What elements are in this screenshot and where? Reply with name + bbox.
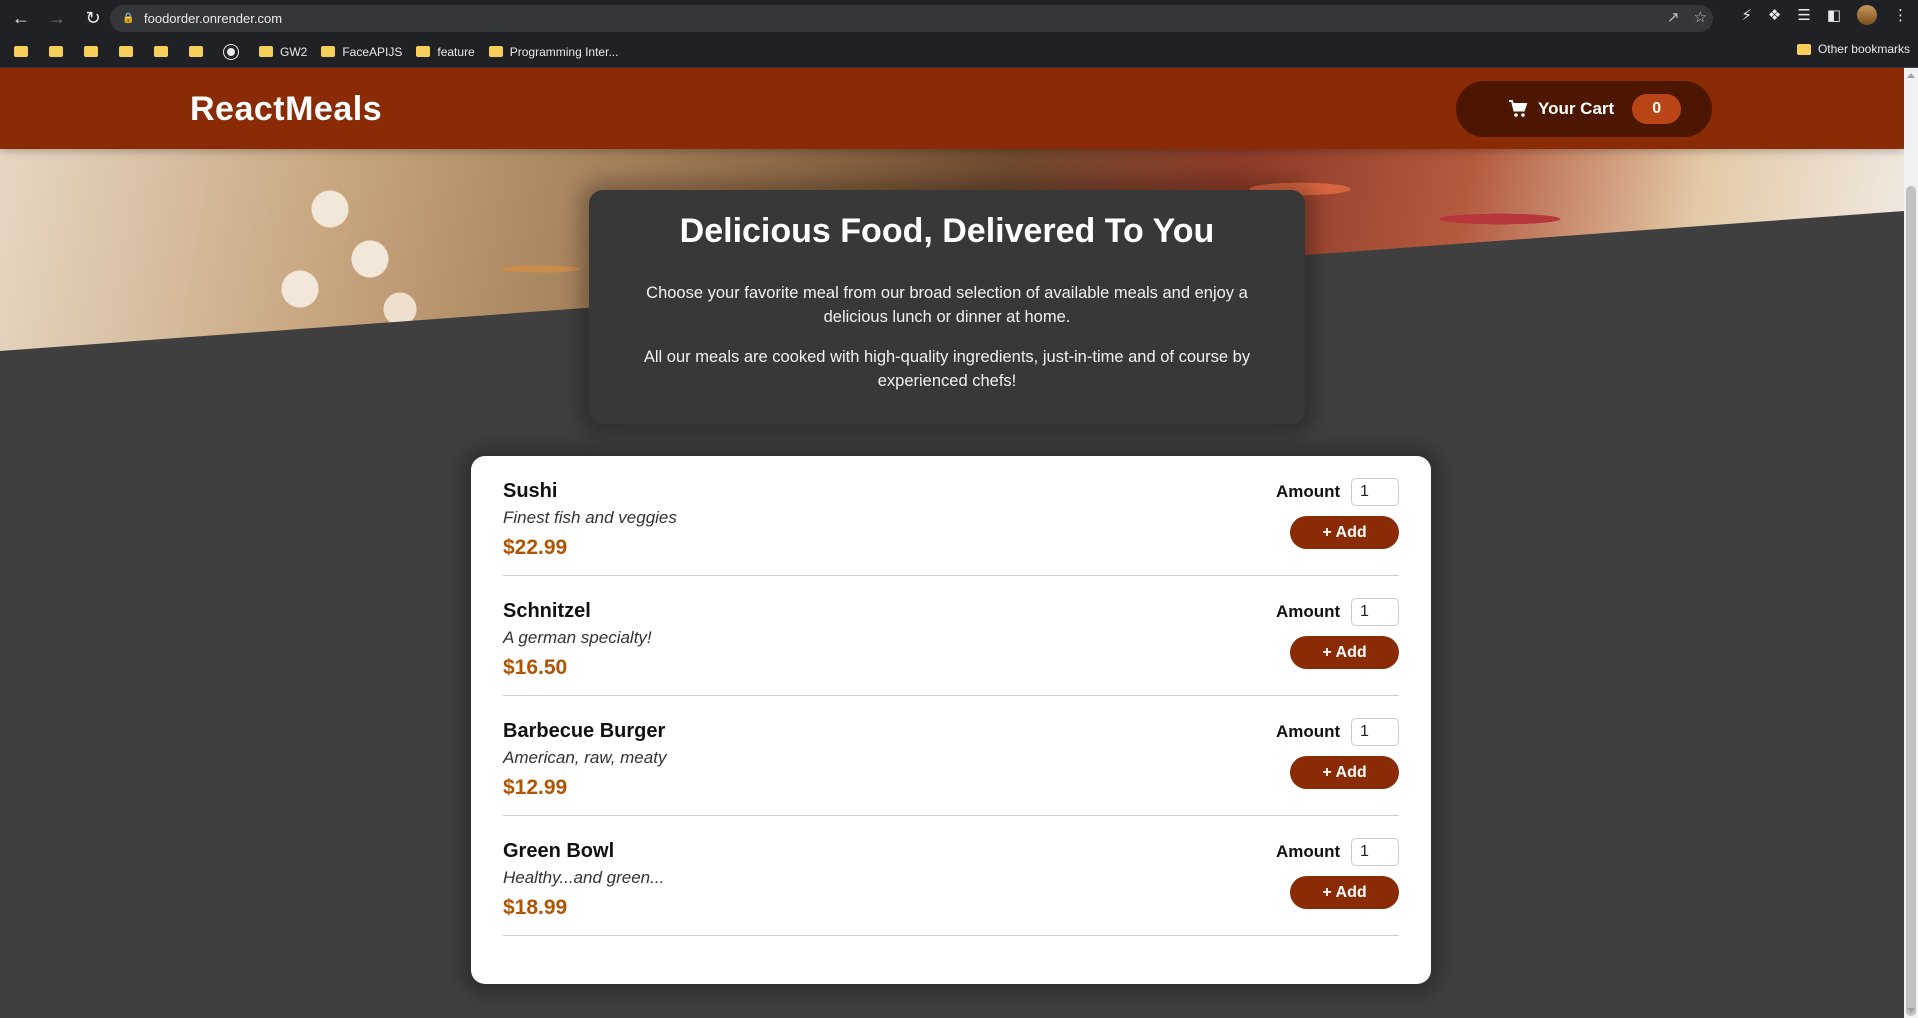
page-scrollbar[interactable] [1904,68,1918,1018]
folder-icon [416,46,431,57]
meal-price: $12.99 [503,776,568,799]
bookmark-feature[interactable]: feature [416,42,475,62]
bookmark-label: GW2 [280,44,308,59]
scroll-down-icon[interactable] [1907,1008,1915,1013]
app-header: ReactMeals Your Cart 0 [0,68,1904,149]
side-panel-icon[interactable]: ◧ [1827,6,1841,24]
bookmark-site[interactable] [223,42,245,62]
amount-label: Amount [1276,482,1341,501]
meal-name: Sushi [503,480,558,502]
bookmark-folder[interactable] [14,42,35,62]
profile-avatar[interactable] [1857,5,1877,25]
reload-icon[interactable]: ↻ [78,3,108,33]
bookmark-label: feature [437,44,475,59]
extension-icon[interactable]: ⚡ [1741,6,1752,24]
folder-icon [259,46,273,57]
summary-title: Delicious Food, Delivered To You [679,212,1215,250]
bookmark-folder[interactable] [154,42,175,62]
cart-count-badge: 0 [1632,94,1682,124]
folder-icon [14,46,28,57]
folder-icon [488,46,503,57]
meal-price: $22.99 [503,536,568,559]
cart-label: Your Cart [1538,99,1615,118]
bookmark-folder[interactable] [84,42,105,62]
reading-list-icon[interactable]: ☰ [1797,6,1810,24]
address-bar[interactable]: 🔒 foodorder.onrender.com ↗ ☆ [110,5,1713,32]
amount-label: Amount [1276,722,1341,741]
cart-icon [1508,99,1528,119]
amount-label: Amount [1276,602,1341,621]
add-to-cart-button[interactable]: + Add [1290,516,1399,549]
meal-name: Barbecue Burger [503,720,666,742]
browser-toolbar: ← → ↻ 🔒 foodorder.onrender.com ↗ ☆ ⚡ ❖ ☰… [0,0,1918,36]
folder-icon [1796,43,1811,55]
meal-description: Finest fish and veggies [503,508,677,527]
folder-icon [154,46,168,57]
add-to-cart-button[interactable]: + Add [1290,636,1399,669]
scroll-up-icon[interactable] [1907,73,1915,78]
meal-price: $16.50 [503,656,568,679]
folder-icon [189,46,203,57]
meal-description: American, raw, meaty [503,748,667,767]
amount-input[interactable] [1351,478,1399,506]
meal-item: Green Bowl Healthy...and green... $18.99… [503,816,1399,936]
meal-item: Sushi Finest fish and veggies $22.99 Amo… [503,456,1399,576]
forward-icon[interactable]: → [42,3,72,33]
add-to-cart-button[interactable]: + Add [1290,756,1399,789]
meal-item: Schnitzel A german specialty! $16.50 Amo… [503,576,1399,696]
scrollbar-thumb[interactable] [1906,186,1916,1016]
bookmark-folder[interactable] [49,42,70,62]
add-to-cart-button[interactable]: + Add [1290,876,1399,909]
folder-icon [84,46,98,57]
folder-icon [49,46,63,57]
bookmark-star-icon[interactable]: ☆ [1694,8,1707,26]
bookmark-label: FaceAPIJS [342,44,403,59]
meals-summary-card: Delicious Food, Delivered To You Choose … [589,190,1305,424]
meal-name: Green Bowl [503,840,615,862]
bookmark-programming[interactable]: Programming Inter... [488,42,619,62]
meal-item: Barbecue Burger American, raw, meaty $12… [503,696,1399,816]
bookmark-gw2[interactable]: GW2 [259,42,307,62]
amount-input[interactable] [1351,598,1399,626]
puzzle-extensions-icon[interactable]: ❖ [1768,6,1781,24]
folder-icon [321,46,336,57]
other-bookmarks[interactable]: Other bookmarks [1796,42,1910,56]
bookmark-faceapijs[interactable]: FaceAPIJS [321,42,402,62]
amount-input[interactable] [1351,718,1399,746]
menu-kebab-icon[interactable]: ⋮ [1893,6,1908,24]
cart-button[interactable]: Your Cart 0 [1456,81,1712,137]
available-meals-card: Sushi Finest fish and veggies $22.99 Amo… [471,456,1431,984]
bookmark-label: Programming Inter... [509,44,619,59]
meal-name: Schnitzel [503,600,591,622]
url-text[interactable]: foodorder.onrender.com [144,11,282,26]
amount-label: Amount [1276,842,1341,861]
bookmark-folder[interactable] [189,42,210,62]
summary-paragraph: Choose your favorite meal from our broad… [646,284,1248,326]
lock-icon[interactable]: 🔒 [122,13,134,25]
brand-title: ReactMeals [190,90,383,128]
amount-input[interactable] [1351,838,1399,866]
share-icon[interactable]: ↗ [1667,8,1680,26]
meal-price: $18.99 [503,896,568,919]
globe-icon [223,43,239,60]
meal-description: A german specialty! [503,628,652,647]
other-bookmarks-label: Other bookmarks [1817,42,1910,56]
summary-paragraph: All our meals are cooked with high-quali… [643,348,1251,390]
bookmark-folder[interactable] [119,42,140,62]
back-icon[interactable]: ← [6,3,36,33]
bookmarks-bar: GW2 FaceAPIJS feature Programming Inter.… [0,36,1918,68]
folder-icon [119,46,133,57]
meal-description: Healthy...and green... [503,868,665,887]
